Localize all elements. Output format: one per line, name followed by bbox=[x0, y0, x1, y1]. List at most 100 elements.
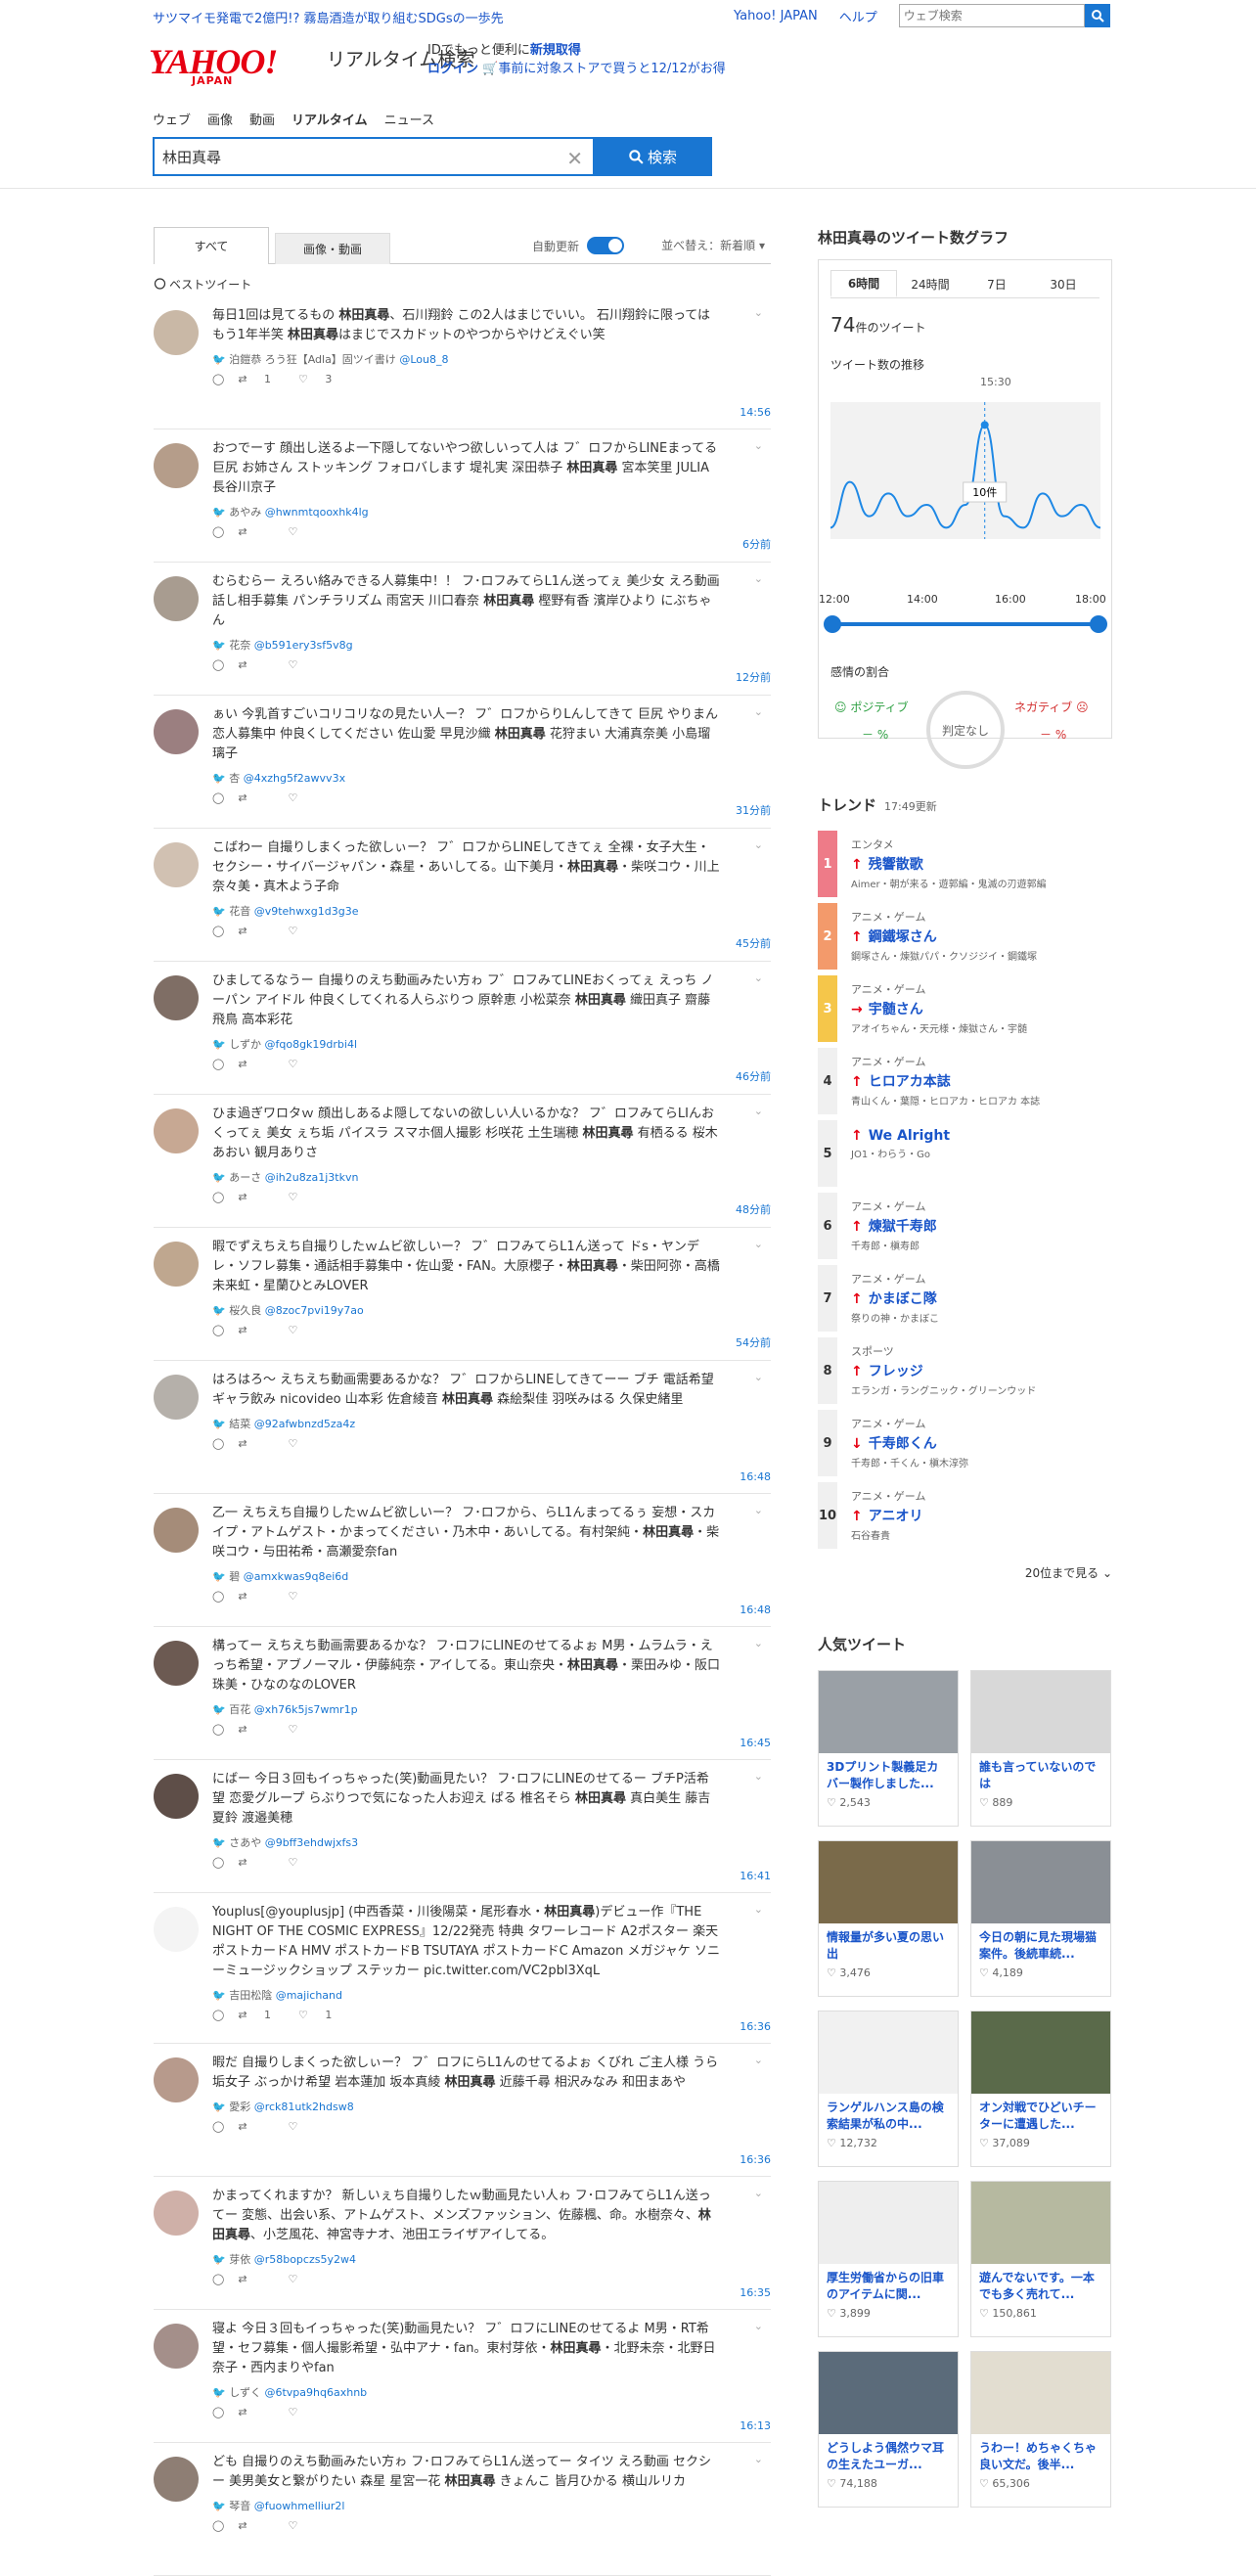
popular-card[interactable]: 誰も言っていないのでは ♡ 889 bbox=[970, 1670, 1111, 1827]
graph-tab-24h[interactable]: 24時間 bbox=[897, 270, 964, 297]
popular-card-title[interactable]: オン対戦でひどいチーターに遭遇した... bbox=[971, 2094, 1110, 2133]
chevron-down-icon[interactable]: ⌄ bbox=[754, 972, 763, 984]
like-button[interactable]: ♡ bbox=[289, 1856, 326, 1869]
nav-news[interactable]: ニュース bbox=[384, 110, 434, 128]
chevron-down-icon[interactable]: ⌄ bbox=[754, 1504, 763, 1516]
like-button[interactable]: ♡ bbox=[289, 791, 326, 804]
graph-tab-6h[interactable]: 6時間 bbox=[830, 270, 897, 297]
trend-word[interactable]: ヒロアカ本誌 bbox=[869, 1074, 951, 1090]
tweet-item[interactable]: ⌄ むらむらー えろい絡みできる人募集中！！ フ･ロフみてらL1ん送ってぇ 美少… bbox=[154, 563, 771, 696]
avatar[interactable] bbox=[154, 842, 199, 887]
popular-card[interactable]: 3Dプリント製義足カバー製作しました... ♡ 2,543 bbox=[818, 1670, 959, 1827]
popular-image[interactable] bbox=[971, 2011, 1110, 2094]
retweet-button[interactable]: ⇄ bbox=[238, 1324, 274, 1336]
tab-media[interactable]: 画像・動画 bbox=[275, 233, 390, 264]
tweet-user[interactable]: 🐦 花音 @v9tehwxg1d3g3e bbox=[212, 903, 771, 919]
avatar[interactable] bbox=[154, 1375, 199, 1420]
promo-link[interactable]: 🛒事前に対象ストアで買うと12/12がお得 bbox=[482, 62, 726, 76]
retweet-button[interactable]: ⇄ bbox=[238, 1437, 274, 1450]
like-button[interactable]: ♡ bbox=[289, 1324, 326, 1336]
retweet-button[interactable]: ⇄ bbox=[238, 525, 274, 538]
trend-word[interactable]: 残響散歌 bbox=[869, 857, 923, 873]
chevron-down-icon[interactable]: ⌄ bbox=[754, 1637, 763, 1650]
tweet-user[interactable]: 🐦 花奈 @b591ery3sf5v8g bbox=[212, 637, 771, 653]
tweet-time[interactable]: 14:56 bbox=[740, 406, 771, 419]
tweet-time[interactable]: 31分前 bbox=[736, 802, 771, 818]
popular-card-title[interactable]: うわー！めちゃくちゃ良い文だ。後半... bbox=[971, 2434, 1110, 2473]
popular-card[interactable]: 情報量が多い夏の思い出 ♡ 3,476 bbox=[818, 1840, 959, 1997]
like-button[interactable]: ♡ bbox=[289, 525, 326, 538]
avatar[interactable] bbox=[154, 2191, 199, 2236]
reply-icon[interactable]: ◯ bbox=[212, 1437, 224, 1450]
popular-image[interactable] bbox=[819, 2182, 958, 2264]
help-link[interactable]: ヘルプ bbox=[839, 7, 877, 25]
trend-item[interactable]: 4 アニメ・ゲーム ↑ ヒロアカ本誌 青山くん・葉隠・ヒロアカ・ヒロアカ 本誌 bbox=[818, 1048, 1112, 1120]
tweet-item[interactable]: ⌄ 毎日1回は見てるもの 林田真尋、石川翔鈴 この2人はまじでいい。 石川翔鈴に… bbox=[154, 296, 771, 429]
tweet-item[interactable]: ⌄ おつでーす 顔出し送るよ一下隠してないやつ欲しいって人は フ゛ロフからLIN… bbox=[154, 429, 771, 563]
tweet-item[interactable]: ⌄ ひま過ぎワロタｗ 顔出しあるよ隠してないの欲しい人いるかな？ フ゛ロフみてら… bbox=[154, 1095, 771, 1228]
tweet-user[interactable]: 🐦 あやみ @hwnmtqooxhk4lg bbox=[212, 504, 771, 520]
popular-card[interactable]: 厚生労働省からの旧車のアイテムに関... ♡ 3,899 bbox=[818, 2181, 959, 2337]
retweet-button[interactable]: ⇄ bbox=[238, 1856, 274, 1869]
reply-icon[interactable]: ◯ bbox=[212, 525, 224, 538]
tweet-time[interactable]: 46分前 bbox=[736, 1068, 771, 1084]
tweet-user[interactable]: 🐦 しずく @6tvpa9hq6axhnb bbox=[212, 2384, 771, 2400]
tweet-item[interactable]: ⌄ ひましてるなうー 自撮りのえち動画みたい方ゎ フ゛ロフみてLINEおくってぇ… bbox=[154, 962, 771, 1095]
tweet-time[interactable]: 16:41 bbox=[740, 1870, 771, 1882]
avatar[interactable] bbox=[154, 310, 199, 355]
retweet-button[interactable]: ⇄ bbox=[238, 2519, 274, 2532]
avatar[interactable] bbox=[154, 1108, 199, 1153]
graph-tab-7d[interactable]: 7日 bbox=[964, 270, 1030, 297]
login-link[interactable]: ログイン bbox=[427, 62, 478, 76]
trend-word[interactable]: We Alright bbox=[869, 1128, 950, 1144]
popular-card[interactable]: うわー！めちゃくちゃ良い文だ。後半... ♡ 65,306 bbox=[970, 2351, 1111, 2508]
auto-update-toggle[interactable] bbox=[587, 237, 624, 254]
chevron-down-icon[interactable]: ⌄ bbox=[754, 838, 763, 851]
nav-web[interactable]: ウェブ bbox=[153, 110, 191, 128]
like-button[interactable]: ♡ bbox=[289, 1058, 326, 1070]
chevron-down-icon[interactable]: ⌄ bbox=[754, 1903, 763, 1916]
tweet-item[interactable]: ⌄ ぁい 今乳首すごいコリコリなの見たい人ー？ フ゛ロフからりLんしてきて 巨尻… bbox=[154, 696, 771, 829]
clear-icon[interactable]: ✕ bbox=[566, 147, 583, 170]
tweet-item[interactable]: ⌄ にばー 今日３回もイっちゃった(笑)動画見たい？ フ･ロフにLINEのせてる… bbox=[154, 1760, 771, 1893]
reply-icon[interactable]: ◯ bbox=[212, 2406, 224, 2418]
tweet-item[interactable]: ⌄ かまってくれますか？ 新しいぇち自撮りしたｗ動画見たい人ゎ フ･ロフみてらL… bbox=[154, 2177, 771, 2310]
avatar[interactable] bbox=[154, 1774, 199, 1819]
like-button[interactable]: ♡ 3 bbox=[298, 373, 345, 385]
reply-icon[interactable]: ◯ bbox=[212, 1856, 224, 1869]
retweet-button[interactable]: ⇄ bbox=[238, 2273, 274, 2285]
trend-item[interactable]: 5 ↑ We Alright JO1・わらう・Go bbox=[818, 1120, 1112, 1193]
tweet-time[interactable]: 16:36 bbox=[740, 2020, 771, 2033]
avatar[interactable] bbox=[154, 2457, 199, 2502]
reply-icon[interactable]: ◯ bbox=[212, 1191, 224, 1203]
avatar[interactable] bbox=[154, 1508, 199, 1553]
retweet-button[interactable]: ⇄ bbox=[238, 1723, 274, 1736]
web-search-button[interactable] bbox=[1084, 4, 1110, 27]
popular-image[interactable] bbox=[971, 1841, 1110, 1923]
tweet-item[interactable]: ⌄ 暇だ 自撮りしまくった欲しぃー？ フ゛ロフにらL1んのせてるよぉ くびれ ご… bbox=[154, 2044, 771, 2177]
tweet-time[interactable]: 16:48 bbox=[740, 1470, 771, 1483]
popular-card[interactable]: オン対戦でひどいチーターに遭遇した... ♡ 37,089 bbox=[970, 2011, 1111, 2167]
popular-image[interactable] bbox=[971, 2352, 1110, 2434]
avatar[interactable] bbox=[154, 709, 199, 754]
tweet-item[interactable]: ⌄ ども 自撮りのえち動画みたい方ゎ フ･ロフみてらL1ん送ってー タイツ えろ… bbox=[154, 2443, 771, 2576]
nav-realtime[interactable]: リアルタイム bbox=[292, 110, 368, 128]
tweet-item[interactable]: ⌄ はろはろ～ えちえち動画需要あるかな？ フ゛ロフからLINEしてきてーー ブ… bbox=[154, 1361, 771, 1494]
yahoo-japan-link[interactable]: Yahoo! JAPAN bbox=[734, 9, 818, 23]
tweet-user[interactable]: 🐦 芽依 @r58bopczs5y2w4 bbox=[212, 2251, 771, 2267]
tweet-time[interactable]: 45分前 bbox=[736, 935, 771, 951]
reply-icon[interactable]: ◯ bbox=[212, 791, 224, 804]
popular-card[interactable]: 今日の朝に見た現場猫案件。後続車続... ♡ 4,189 bbox=[970, 1840, 1111, 1997]
tweet-user[interactable]: 🐦 愛彩 @rck81utk2hdsw8 bbox=[212, 2099, 771, 2114]
popular-card[interactable]: ランゲルハンス島の検索結果が私の中... ♡ 12,732 bbox=[818, 2011, 959, 2167]
popular-image[interactable] bbox=[819, 2352, 958, 2434]
reply-icon[interactable]: ◯ bbox=[212, 2120, 224, 2133]
tweet-item[interactable]: ⌄ Youplus[@youplusjp] (中西香菜・川後陽菜・尾形春水・林田… bbox=[154, 1893, 771, 2044]
tweet-time[interactable]: 16:36 bbox=[740, 2153, 771, 2166]
popular-image[interactable] bbox=[971, 2182, 1110, 2264]
retweet-button[interactable]: ⇄ bbox=[238, 1590, 274, 1603]
chevron-down-icon[interactable]: ⌄ bbox=[754, 2187, 763, 2199]
reply-icon[interactable]: ◯ bbox=[212, 2273, 224, 2285]
trend-word[interactable]: アニオリ bbox=[869, 1509, 923, 1524]
retweet-button[interactable]: ⇄ bbox=[238, 1058, 274, 1070]
